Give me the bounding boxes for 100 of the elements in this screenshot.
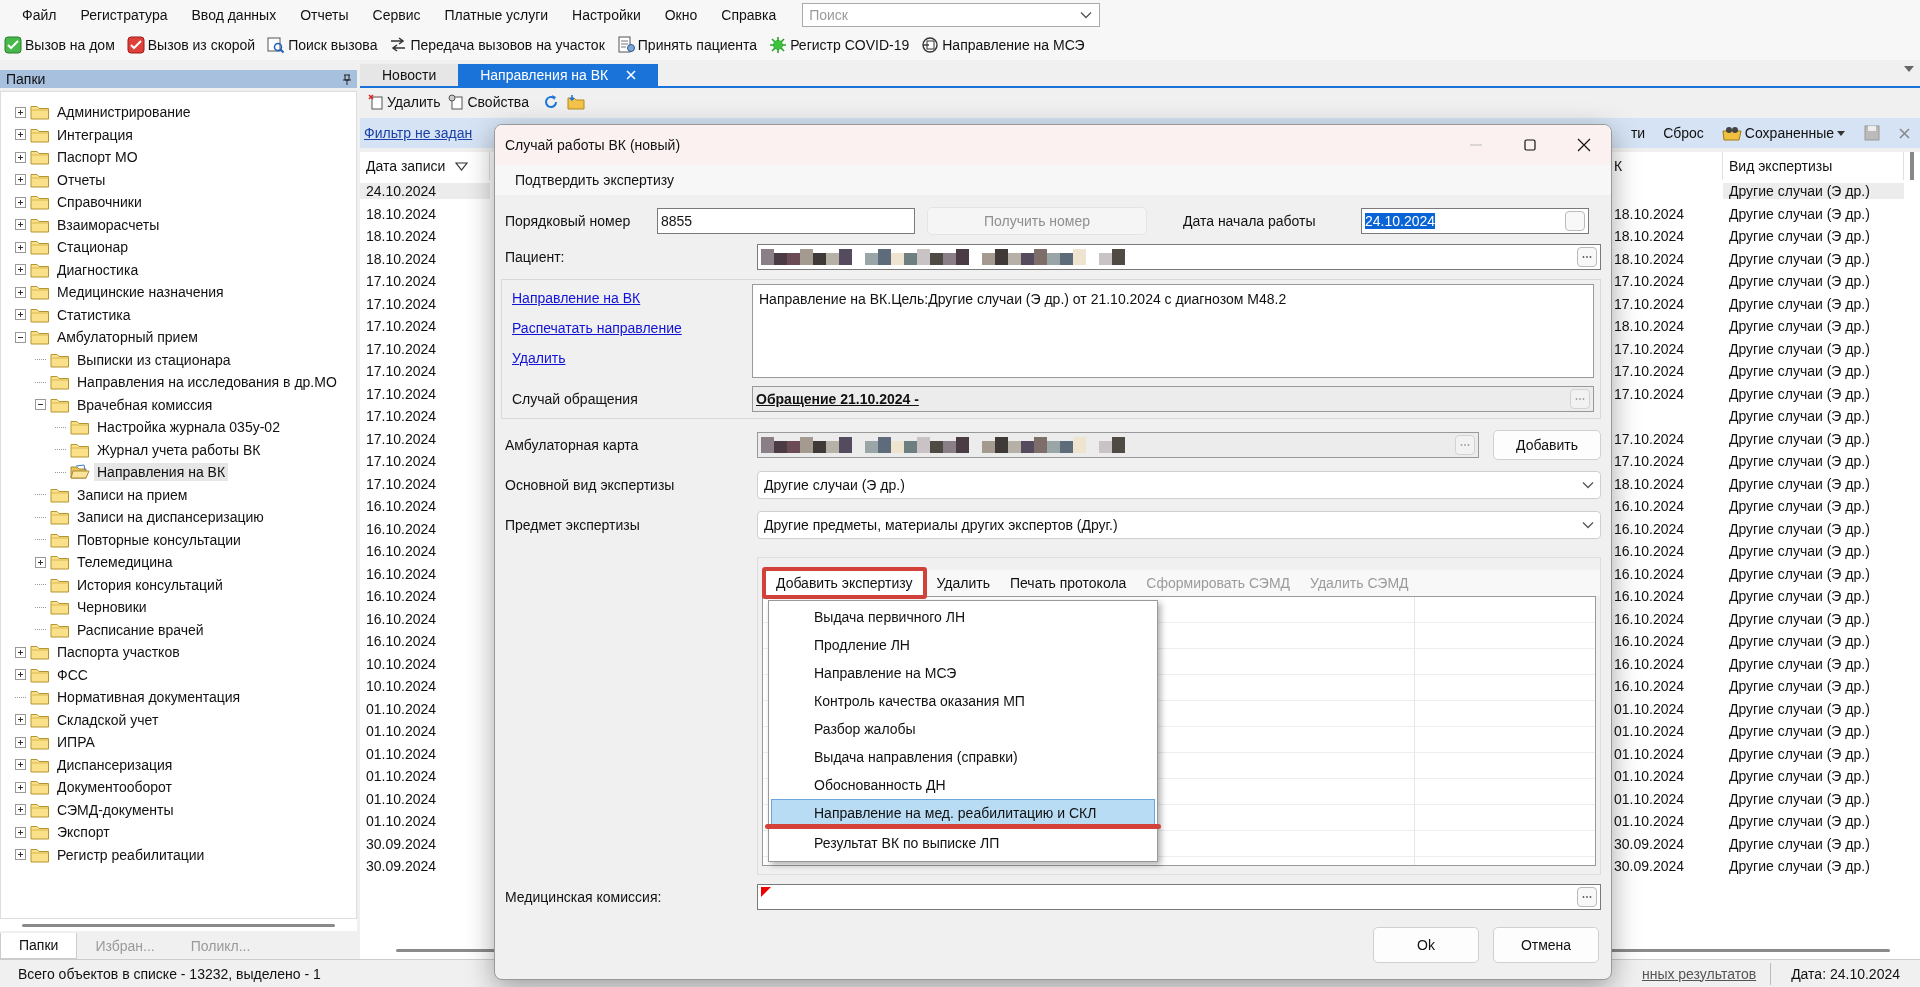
- tree-item[interactable]: Врачебная комиссия: [74, 395, 216, 414]
- toolbar-button[interactable]: Принять пациента: [614, 35, 760, 55]
- number-field[interactable]: 8855: [657, 208, 915, 234]
- expand-icon[interactable]: [15, 804, 26, 816]
- tree-item[interactable]: СЭМД-документы: [54, 800, 177, 819]
- patient-field[interactable]: [757, 244, 1601, 270]
- menu-item[interactable]: Справка: [709, 7, 789, 23]
- expand-icon[interactable]: [15, 174, 26, 186]
- menu-item[interactable]: Файл: [10, 7, 69, 23]
- tree-item[interactable]: Настройка журнала 035у-02: [94, 418, 283, 437]
- tree-item[interactable]: Складской учет: [54, 710, 162, 729]
- scrollbar[interactable]: [1910, 152, 1914, 180]
- menu-item[interactable]: Контроль качества оказания МП: [771, 687, 1155, 715]
- toolbar-button[interactable]: Удалить: [926, 571, 1000, 595]
- expand-icon[interactable]: [15, 646, 26, 658]
- panel-tab[interactable]: Папки: [0, 933, 78, 959]
- sort-icon[interactable]: [455, 161, 469, 171]
- tree-item[interactable]: Стационар: [54, 238, 132, 257]
- caret-icon[interactable]: [1904, 66, 1914, 72]
- tree-item[interactable]: История консультаций: [74, 575, 226, 594]
- tree-item[interactable]: Администрирование: [54, 103, 194, 122]
- tree-item[interactable]: Документооборот: [54, 778, 175, 797]
- menu-item[interactable]: Регистратура: [68, 7, 180, 23]
- status-link[interactable]: нных результатов: [1641, 965, 1757, 982]
- toolbar-button[interactable]: Вызов на дом: [2, 35, 117, 55]
- tree-item[interactable]: Телемедицина: [74, 553, 176, 572]
- column-header[interactable]: К: [1614, 158, 1623, 174]
- tree-item[interactable]: Расписание врачей: [74, 620, 207, 639]
- case-field[interactable]: Обращение 21.10.2024 -: [752, 386, 1594, 412]
- scrollbar[interactable]: [22, 923, 335, 927]
- tree-item[interactable]: Медицинские назначения: [54, 283, 227, 302]
- toolbar-button[interactable]: Печать протокола: [1000, 571, 1137, 595]
- collapse-icon[interactable]: [35, 399, 46, 411]
- tree-item[interactable]: Повторные консультации: [74, 530, 244, 549]
- tree-item[interactable]: Справочники: [54, 193, 145, 212]
- toolbar-button[interactable]: Регистр COVID-19: [767, 35, 912, 55]
- expand-icon[interactable]: [15, 669, 26, 681]
- menu-item[interactable]: Направление на мед. реабилитацию и СКЛ: [771, 799, 1155, 827]
- column-header[interactable]: Дата записи: [366, 158, 446, 174]
- menu-item[interactable]: Обоснованность ДН: [771, 771, 1155, 799]
- tab[interactable]: Новости: [360, 64, 459, 86]
- tree-item[interactable]: Интеграция: [54, 125, 136, 144]
- properties-button[interactable]: Свойства: [448, 94, 529, 110]
- expertise-type-dropdown[interactable]: Другие случаи (Э др.): [757, 471, 1601, 499]
- close-icon[interactable]: [1577, 138, 1591, 152]
- filter-button[interactable]: ти: [1630, 125, 1646, 141]
- menu-item[interactable]: Направление на МСЭ: [771, 659, 1155, 687]
- tree-item[interactable]: Паспорт МО: [54, 148, 141, 167]
- card-field[interactable]: [757, 432, 1479, 458]
- pin-icon[interactable]: [343, 73, 351, 85]
- expand-icon[interactable]: [15, 151, 26, 163]
- tree-item[interactable]: Выписки из стационара: [74, 350, 234, 369]
- action-link[interactable]: Направление на ВК: [512, 290, 752, 306]
- expand-icon[interactable]: [15, 129, 26, 141]
- menu-item[interactable]: Продление ЛН: [771, 631, 1155, 659]
- tree-item[interactable]: Паспорта участков: [54, 643, 183, 662]
- tree-item[interactable]: Отчеты: [54, 170, 109, 189]
- menu-item[interactable]: Подтвердить экспертизу: [515, 172, 674, 188]
- tree-item[interactable]: Статистика: [54, 305, 134, 324]
- expand-icon[interactable]: [15, 849, 26, 861]
- expand-icon[interactable]: [35, 556, 46, 568]
- expand-icon[interactable]: [15, 196, 26, 208]
- menu-item[interactable]: Выдача направления (справки): [771, 743, 1155, 771]
- expand-icon[interactable]: [15, 714, 26, 726]
- toolbar-button[interactable]: Поиск вызова: [265, 35, 380, 55]
- menu-item[interactable]: Отчеты: [288, 7, 361, 23]
- delete-button[interactable]: Удалить: [368, 94, 441, 110]
- dialog-button[interactable]: Отмена: [1493, 927, 1599, 963]
- filter-button[interactable]: Сброс: [1663, 125, 1704, 141]
- date-field[interactable]: 24.10.2024: [1361, 208, 1589, 234]
- tree-item[interactable]: ФСС: [54, 665, 91, 684]
- tree-item[interactable]: Экспорт: [54, 823, 113, 842]
- expand-icon[interactable]: [15, 826, 26, 838]
- expand-icon[interactable]: [15, 781, 26, 793]
- tree-item[interactable]: Регистр реабилитации: [54, 845, 208, 864]
- action-link[interactable]: Распечатать направление: [512, 320, 752, 336]
- tree-item[interactable]: Черновики: [74, 598, 150, 617]
- toolbar-button[interactable]: Передача вызовов на участок: [387, 35, 607, 55]
- tree-item[interactable]: Журнал учета работы ВК: [94, 440, 264, 459]
- tab[interactable]: Направления на ВК: [458, 64, 659, 86]
- commission-field[interactable]: [757, 884, 1601, 910]
- filter-link[interactable]: Фильтр не задан: [364, 125, 473, 141]
- tree-item[interactable]: Направления на ВК: [94, 463, 229, 482]
- menu-item[interactable]: Ввод данных: [179, 7, 289, 23]
- tree-item[interactable]: Амбулаторный прием: [54, 328, 201, 347]
- tree-item[interactable]: Записи на прием: [74, 485, 191, 504]
- dialog-button[interactable]: Ok: [1373, 927, 1479, 963]
- menu-item[interactable]: Настройки: [560, 7, 653, 23]
- expand-icon[interactable]: [15, 241, 26, 253]
- expand-icon[interactable]: [15, 736, 26, 748]
- tree-item[interactable]: Взаиморасчеты: [54, 215, 163, 234]
- tree-item[interactable]: ИПРА: [54, 733, 98, 752]
- menu-item[interactable]: Результат ВК по выписке ЛП: [771, 829, 1155, 857]
- toolbar-button[interactable]: Вызов из скорой: [124, 35, 258, 55]
- menu-item[interactable]: Выдача первичного ЛН: [771, 603, 1155, 631]
- menu-item[interactable]: Окно: [652, 7, 710, 23]
- folder-icon[interactable]: [566, 94, 585, 110]
- menu-item[interactable]: Платные услуги: [432, 7, 561, 23]
- collapse-icon[interactable]: [15, 331, 26, 343]
- tree-item[interactable]: Записи на диспансеризацию: [74, 508, 267, 527]
